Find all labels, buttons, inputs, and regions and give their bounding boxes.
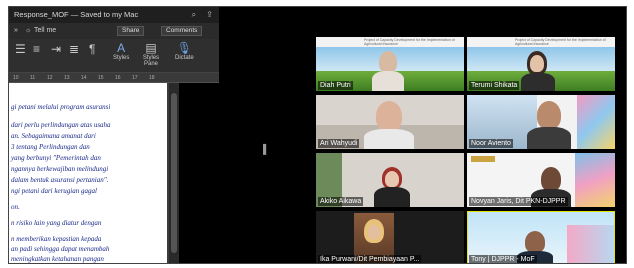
participant-tile-terumi-shikata[interactable]: Project of Capacity Development for the …: [467, 37, 615, 91]
search-icon[interactable]: ⌕: [192, 10, 196, 19]
lightbulb-icon: ☼: [25, 27, 32, 34]
participant-face: [376, 101, 402, 131]
participant-face: [541, 167, 561, 191]
participant-name: Noor Aviento: [469, 139, 513, 148]
numbered-list-icon[interactable]: ≡: [33, 42, 40, 56]
building-graphic: [567, 225, 615, 263]
list-icon[interactable]: ☰: [15, 42, 26, 56]
document-line: ngannya berkewajiban melindungi: [11, 165, 109, 173]
scrollbar-thumb[interactable]: [171, 93, 177, 253]
project-banner: Project of Capacity Development for the …: [316, 37, 464, 52]
participant-face: [368, 225, 380, 239]
document-line: gi petani melalui program asuransi: [11, 103, 111, 111]
ruler-tick: 11: [30, 75, 36, 81]
chevron-right-icon[interactable]: »: [14, 23, 18, 39]
ruler-tick: 18: [149, 75, 155, 81]
document-line: yang berbunyi "Pemerintah dan: [11, 154, 101, 162]
participant-tile-noor-aviento[interactable]: Noor Aviento: [467, 95, 615, 149]
ministry-logo: [471, 156, 495, 162]
document-line: an. Sebagaimana amanat dari: [11, 132, 96, 140]
participant-name: Diah Putri: [318, 81, 353, 90]
title-bar-icons: ⌕ ⇪: [192, 7, 213, 23]
comments-button-label: Comments: [166, 27, 198, 34]
document-title: Response_MOF — Saved to my Mac: [14, 10, 139, 19]
participant-name: Novyan Jaris, Dit PKN-DJPPR: [469, 197, 568, 206]
screenshot-frame: Response_MOF — Saved to my Mac ⌕ ⇪ » ☼ T…: [0, 0, 634, 268]
styles-pane-button[interactable]: ▤ Styles Pane: [139, 41, 163, 67]
ruler-tick: 12: [47, 75, 53, 81]
ruler-tick: 17: [132, 75, 138, 81]
ruler-tick: 10: [13, 75, 19, 81]
document-line: meningkatkan ketahanan pangan: [11, 255, 104, 263]
paragraph-icon[interactable]: ¶: [89, 42, 95, 56]
share-button[interactable]: Share: [117, 26, 145, 36]
participant-face: [537, 101, 561, 129]
ribbon-toolbar: ☰ ≡ ⇥ ≣ ¶ A Styles ▤ Styles Pane 🎙 Dicta…: [9, 39, 219, 73]
align-icon[interactable]: ≣: [69, 42, 79, 56]
participant-name: Terumi Shikata: [469, 81, 520, 90]
document-line: ngi petani dari kerugian gagal: [11, 187, 97, 195]
styles-button[interactable]: A Styles: [113, 41, 129, 61]
participant-face: [385, 171, 399, 187]
participant-body: [374, 187, 410, 207]
participant-body: [527, 127, 571, 149]
ruler-tick: 15: [98, 75, 104, 81]
ruler-tick: 13: [64, 75, 70, 81]
document-line: on.: [11, 203, 20, 211]
participant-tile-akiko-aikawa[interactable]: Akiko Aikawa: [316, 153, 464, 207]
word-title-bar: Response_MOF — Saved to my Mac ⌕ ⇪: [9, 7, 219, 23]
participant-face-inner: [530, 55, 544, 72]
microphone-icon: 🎙: [176, 41, 192, 55]
horizontal-ruler[interactable]: 10 11 12 13 14 15 16 17 18: [9, 73, 219, 83]
styles-icon: A: [117, 41, 126, 55]
participant-face: [379, 51, 397, 73]
banner-text: Project of Capacity Development for the …: [515, 38, 606, 46]
dictate-label: Dictate: [175, 55, 194, 61]
screen: Response_MOF — Saved to my Mac ⌕ ⇪ » ☼ T…: [8, 6, 627, 264]
participant-name: Tony | DJPPR - MoF: [469, 255, 537, 263]
participant-tile-novyan-jaris[interactable]: Novyan Jaris, Dit PKN-DJPPR: [467, 153, 615, 207]
vertical-scrollbar[interactable]: [169, 83, 179, 263]
graphic-background: [575, 153, 615, 207]
graphic-background: [577, 95, 615, 149]
participant-name: Ari Wahyudi: [318, 139, 360, 148]
document-line: n memberikan kepastian kepada: [11, 235, 102, 243]
banner-text: Project of Capacity Development for the …: [364, 38, 455, 46]
share-button-label: Share: [122, 27, 140, 34]
styles-pane-label: Styles Pane: [142, 55, 160, 67]
comments-button[interactable]: Comments: [161, 26, 203, 36]
document-area: gi petani melalui program asuransi dari …: [9, 83, 219, 263]
document-line: dari perlu perlindungan atas usaha: [11, 121, 111, 129]
project-banner: Project of Capacity Development for the …: [467, 37, 615, 52]
participant-name: Ika Purwani/Dit Pembiayaan P...: [318, 255, 422, 263]
window-gap: [179, 83, 219, 263]
participant-tile-ika-purwani[interactable]: Ika Purwani/Dit Pembiayaan P...: [316, 211, 464, 263]
participant-face: [525, 231, 545, 253]
indent-icon[interactable]: ⇥: [51, 42, 61, 56]
document-line: n risiko lain yang diatur dengan: [11, 219, 102, 227]
document-line: 3 tentang Perlindungan dan: [11, 143, 90, 151]
dictate-button[interactable]: 🎙 Dictate: [175, 41, 194, 61]
participant-body: [521, 73, 555, 91]
tell-me-label[interactable]: Tell me: [34, 23, 56, 39]
split-handle-icon[interactable]: ▌: [263, 144, 269, 154]
participant-body: [372, 71, 404, 91]
styles-label: Styles: [113, 55, 130, 61]
participant-tile-diah-putri[interactable]: Project of Capacity Development for the …: [316, 37, 464, 91]
document-line: an padi sehingga dapat menambah: [11, 245, 110, 253]
participant-tile-ari-wahyudi[interactable]: Ari Wahyudi: [316, 95, 464, 149]
logo-dots: [471, 39, 511, 52]
ruler-tick: 16: [115, 75, 121, 81]
share-icon[interactable]: ⇪: [206, 10, 213, 19]
zoom-gallery-window: ▌ Project of Capacity Development for th…: [219, 7, 626, 263]
document-page[interactable]: gi petani melalui program asuransi dari …: [9, 83, 167, 263]
participant-name: Akiko Aikawa: [318, 197, 364, 206]
ruler-tick: 14: [81, 75, 87, 81]
logo-dots: [320, 39, 360, 52]
document-line: dalam bentuk asuransi pertanian".: [11, 176, 109, 184]
participant-body: [364, 129, 414, 149]
word-window: Response_MOF — Saved to my Mac ⌕ ⇪ » ☼ T…: [9, 7, 219, 263]
styles-pane-icon: ▤: [145, 41, 157, 55]
participant-tile-tony-djppr[interactable]: Tony | DJPPR - MoF: [467, 211, 615, 263]
